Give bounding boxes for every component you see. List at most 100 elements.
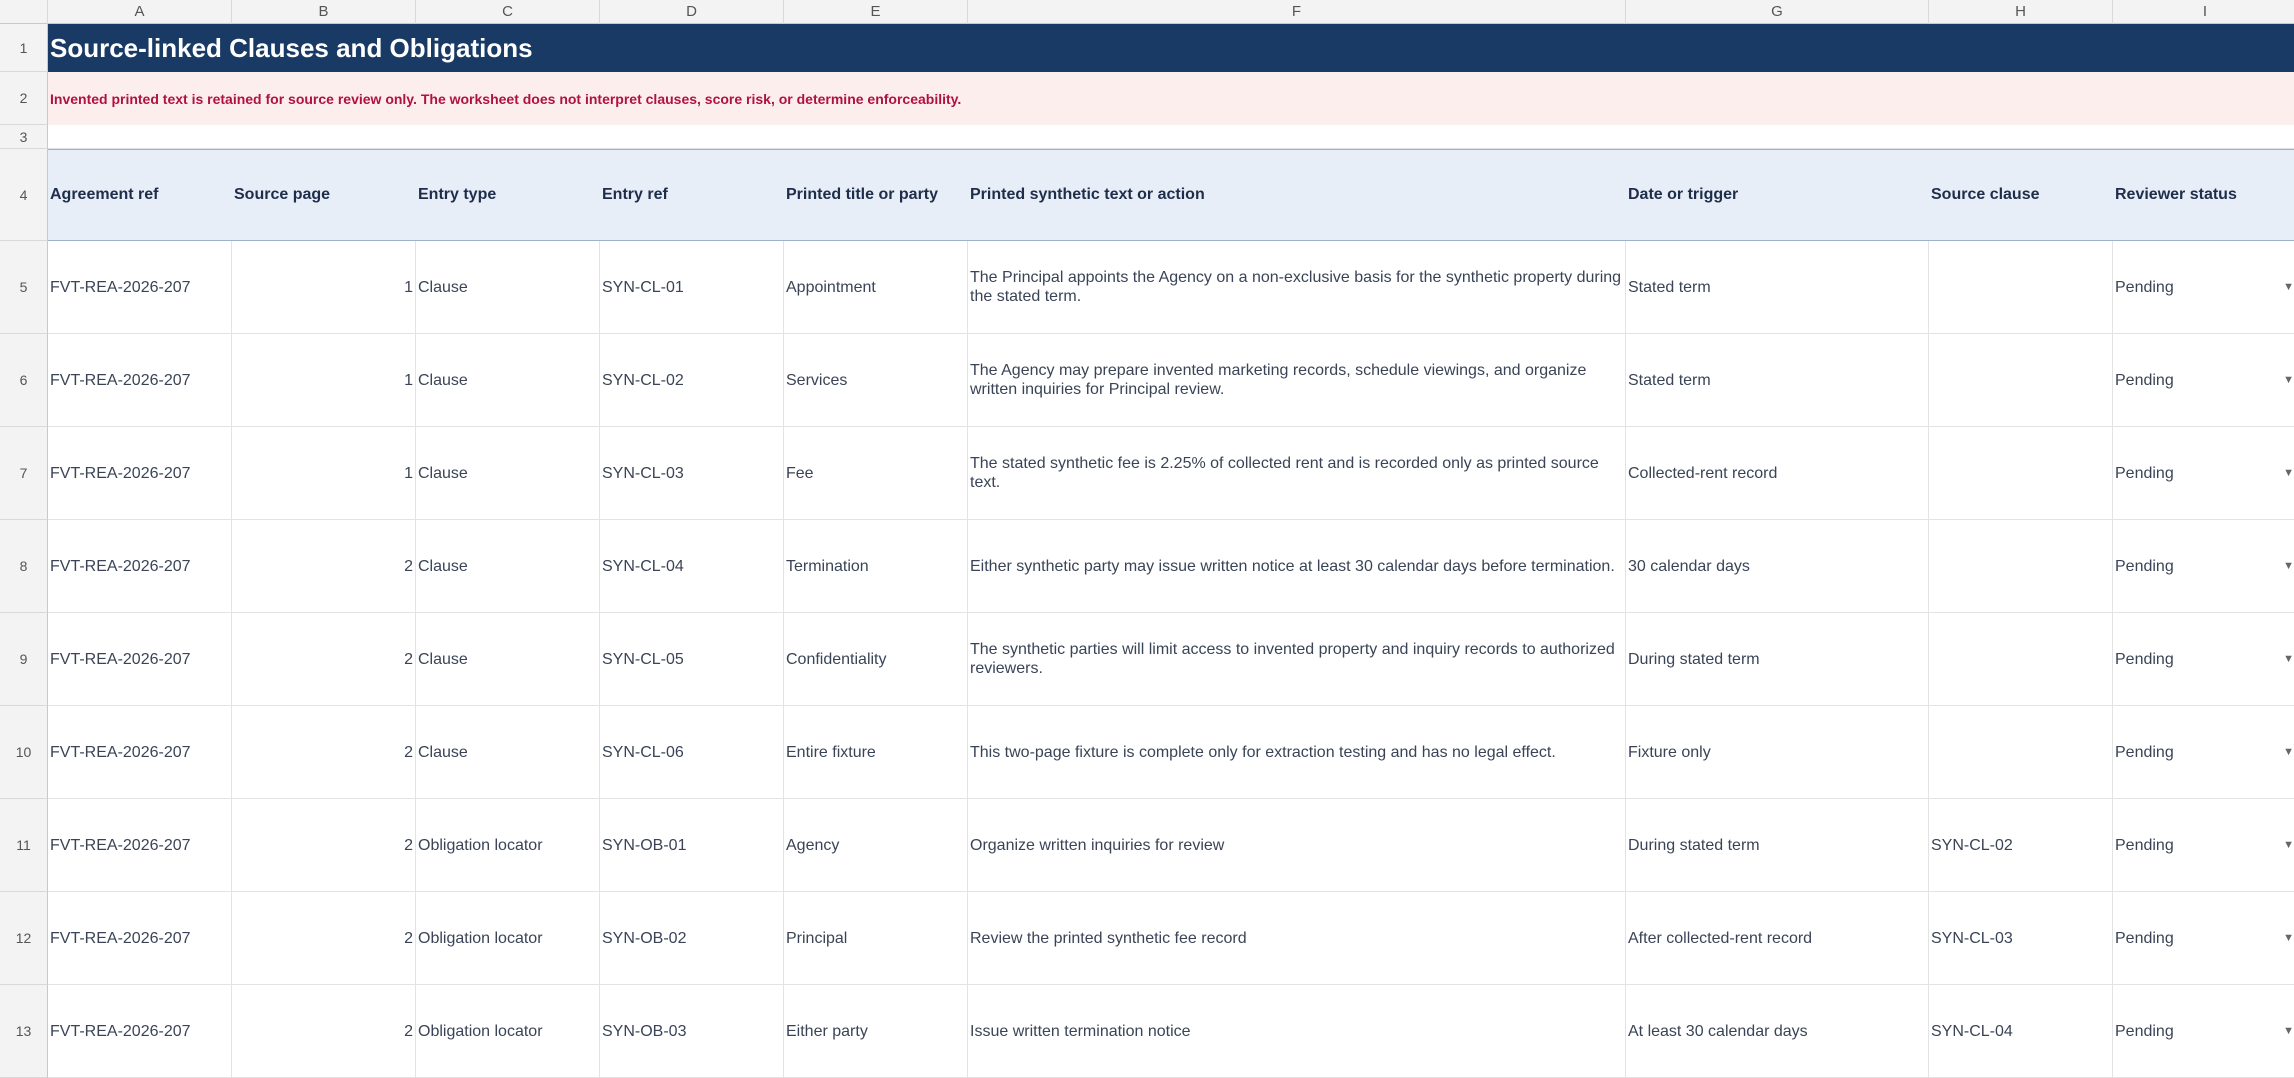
printed-text-cell[interactable]: Review the printed synthetic fee record: [968, 892, 1626, 985]
date-trigger-cell[interactable]: 30 calendar days: [1626, 520, 1929, 613]
source-page-cell[interactable]: 1: [232, 334, 416, 427]
column-header-g[interactable]: G: [1626, 0, 1929, 24]
date-trigger-cell[interactable]: Fixture only: [1626, 706, 1929, 799]
agreement-ref-cell[interactable]: FVT-REA-2026-207: [48, 334, 232, 427]
entry-ref-cell[interactable]: SYN-CL-03: [600, 427, 784, 520]
column-header-e[interactable]: E: [784, 0, 968, 24]
triangle-down-icon[interactable]: ▼: [2283, 836, 2294, 855]
agreement-ref-cell[interactable]: FVT-REA-2026-207: [48, 892, 232, 985]
row-number[interactable]: 4: [0, 149, 48, 241]
date-trigger-cell[interactable]: At least 30 calendar days: [1626, 985, 1929, 1078]
header-printed-title[interactable]: Printed title or party: [784, 149, 968, 241]
printed-text-cell[interactable]: The Principal appoints the Agency on a n…: [968, 241, 1626, 334]
column-header-d[interactable]: D: [600, 0, 784, 24]
entry-ref-cell[interactable]: SYN-CL-02: [600, 334, 784, 427]
column-header-h[interactable]: H: [1929, 0, 2113, 24]
column-header-f[interactable]: F: [968, 0, 1626, 24]
header-source-page[interactable]: Source page: [232, 149, 416, 241]
disclaimer-note-cell[interactable]: Invented printed text is retained for so…: [48, 72, 2294, 125]
row-number[interactable]: 13: [0, 985, 48, 1078]
reviewer-status-dropdown[interactable]: Pending ▼: [2113, 334, 2294, 427]
triangle-down-icon[interactable]: ▼: [2283, 557, 2294, 576]
source-page-cell[interactable]: 2: [232, 613, 416, 706]
triangle-down-icon[interactable]: ▼: [2283, 464, 2294, 483]
triangle-down-icon[interactable]: ▼: [2283, 929, 2294, 948]
agreement-ref-cell[interactable]: FVT-REA-2026-207: [48, 427, 232, 520]
row-number[interactable]: 12: [0, 892, 48, 985]
entry-ref-cell[interactable]: SYN-CL-06: [600, 706, 784, 799]
row-number[interactable]: 1: [0, 24, 48, 72]
source-clause-cell[interactable]: [1929, 427, 2113, 520]
column-header-b[interactable]: B: [232, 0, 416, 24]
date-trigger-cell[interactable]: Collected-rent record: [1626, 427, 1929, 520]
column-header-c[interactable]: C: [416, 0, 600, 24]
printed-text-cell[interactable]: The Agency may prepare invented marketin…: [968, 334, 1626, 427]
header-date-trigger[interactable]: Date or trigger: [1626, 149, 1929, 241]
date-trigger-cell[interactable]: During stated term: [1626, 613, 1929, 706]
row-number[interactable]: 9: [0, 613, 48, 706]
source-clause-cell[interactable]: [1929, 334, 2113, 427]
header-reviewer-status[interactable]: Reviewer status: [2113, 149, 2294, 241]
printed-text-cell[interactable]: The synthetic parties will limit access …: [968, 613, 1626, 706]
printed-title-cell[interactable]: Appointment: [784, 241, 968, 334]
source-page-cell[interactable]: 2: [232, 706, 416, 799]
header-entry-type[interactable]: Entry type: [416, 149, 600, 241]
source-clause-cell[interactable]: SYN-CL-03: [1929, 892, 2113, 985]
source-clause-cell[interactable]: [1929, 241, 2113, 334]
column-header-a[interactable]: A: [48, 0, 232, 24]
entry-type-cell[interactable]: Obligation locator: [416, 799, 600, 892]
printed-text-cell[interactable]: Issue written termination notice: [968, 985, 1626, 1078]
row-number[interactable]: 10: [0, 706, 48, 799]
agreement-ref-cell[interactable]: FVT-REA-2026-207: [48, 985, 232, 1078]
date-trigger-cell[interactable]: Stated term: [1626, 334, 1929, 427]
entry-type-cell[interactable]: Clause: [416, 520, 600, 613]
entry-type-cell[interactable]: Clause: [416, 613, 600, 706]
row-number[interactable]: 2: [0, 72, 48, 125]
source-clause-cell[interactable]: SYN-CL-04: [1929, 985, 2113, 1078]
triangle-down-icon[interactable]: ▼: [2283, 650, 2294, 669]
source-clause-cell[interactable]: [1929, 706, 2113, 799]
reviewer-status-dropdown[interactable]: Pending ▼: [2113, 427, 2294, 520]
source-clause-cell[interactable]: [1929, 613, 2113, 706]
row-number[interactable]: 3: [0, 125, 48, 149]
reviewer-status-dropdown[interactable]: Pending ▼: [2113, 706, 2294, 799]
source-page-cell[interactable]: 2: [232, 892, 416, 985]
reviewer-status-dropdown[interactable]: Pending ▼: [2113, 892, 2294, 985]
agreement-ref-cell[interactable]: FVT-REA-2026-207: [48, 706, 232, 799]
entry-ref-cell[interactable]: SYN-OB-02: [600, 892, 784, 985]
printed-title-cell[interactable]: Either party: [784, 985, 968, 1078]
header-printed-text[interactable]: Printed synthetic text or action: [968, 149, 1626, 241]
row-number[interactable]: 8: [0, 520, 48, 613]
printed-text-cell[interactable]: This two-page fixture is complete only f…: [968, 706, 1626, 799]
entry-type-cell[interactable]: Clause: [416, 427, 600, 520]
printed-title-cell[interactable]: Agency: [784, 799, 968, 892]
triangle-down-icon[interactable]: ▼: [2283, 371, 2294, 390]
agreement-ref-cell[interactable]: FVT-REA-2026-207: [48, 613, 232, 706]
select-all-corner[interactable]: [0, 0, 48, 24]
entry-type-cell[interactable]: Clause: [416, 706, 600, 799]
reviewer-status-dropdown[interactable]: Pending ▼: [2113, 799, 2294, 892]
printed-text-cell[interactable]: Organize written inquiries for review: [968, 799, 1626, 892]
triangle-down-icon[interactable]: ▼: [2283, 278, 2294, 297]
source-page-cell[interactable]: 2: [232, 985, 416, 1078]
agreement-ref-cell[interactable]: FVT-REA-2026-207: [48, 241, 232, 334]
printed-title-cell[interactable]: Confidentiality: [784, 613, 968, 706]
reviewer-status-dropdown[interactable]: Pending ▼: [2113, 985, 2294, 1078]
source-page-cell[interactable]: 1: [232, 427, 416, 520]
printed-title-cell[interactable]: Fee: [784, 427, 968, 520]
printed-title-cell[interactable]: Entire fixture: [784, 706, 968, 799]
blank-cell[interactable]: [48, 125, 2294, 149]
row-number[interactable]: 6: [0, 334, 48, 427]
source-page-cell[interactable]: 2: [232, 799, 416, 892]
agreement-ref-cell[interactable]: FVT-REA-2026-207: [48, 799, 232, 892]
triangle-down-icon[interactable]: ▼: [2283, 743, 2294, 762]
date-trigger-cell[interactable]: During stated term: [1626, 799, 1929, 892]
entry-type-cell[interactable]: Obligation locator: [416, 892, 600, 985]
header-entry-ref[interactable]: Entry ref: [600, 149, 784, 241]
source-clause-cell[interactable]: SYN-CL-02: [1929, 799, 2113, 892]
date-trigger-cell[interactable]: After collected-rent record: [1626, 892, 1929, 985]
printed-text-cell[interactable]: The stated synthetic fee is 2.25% of col…: [968, 427, 1626, 520]
source-clause-cell[interactable]: [1929, 520, 2113, 613]
header-source-clause[interactable]: Source clause: [1929, 149, 2113, 241]
date-trigger-cell[interactable]: Stated term: [1626, 241, 1929, 334]
